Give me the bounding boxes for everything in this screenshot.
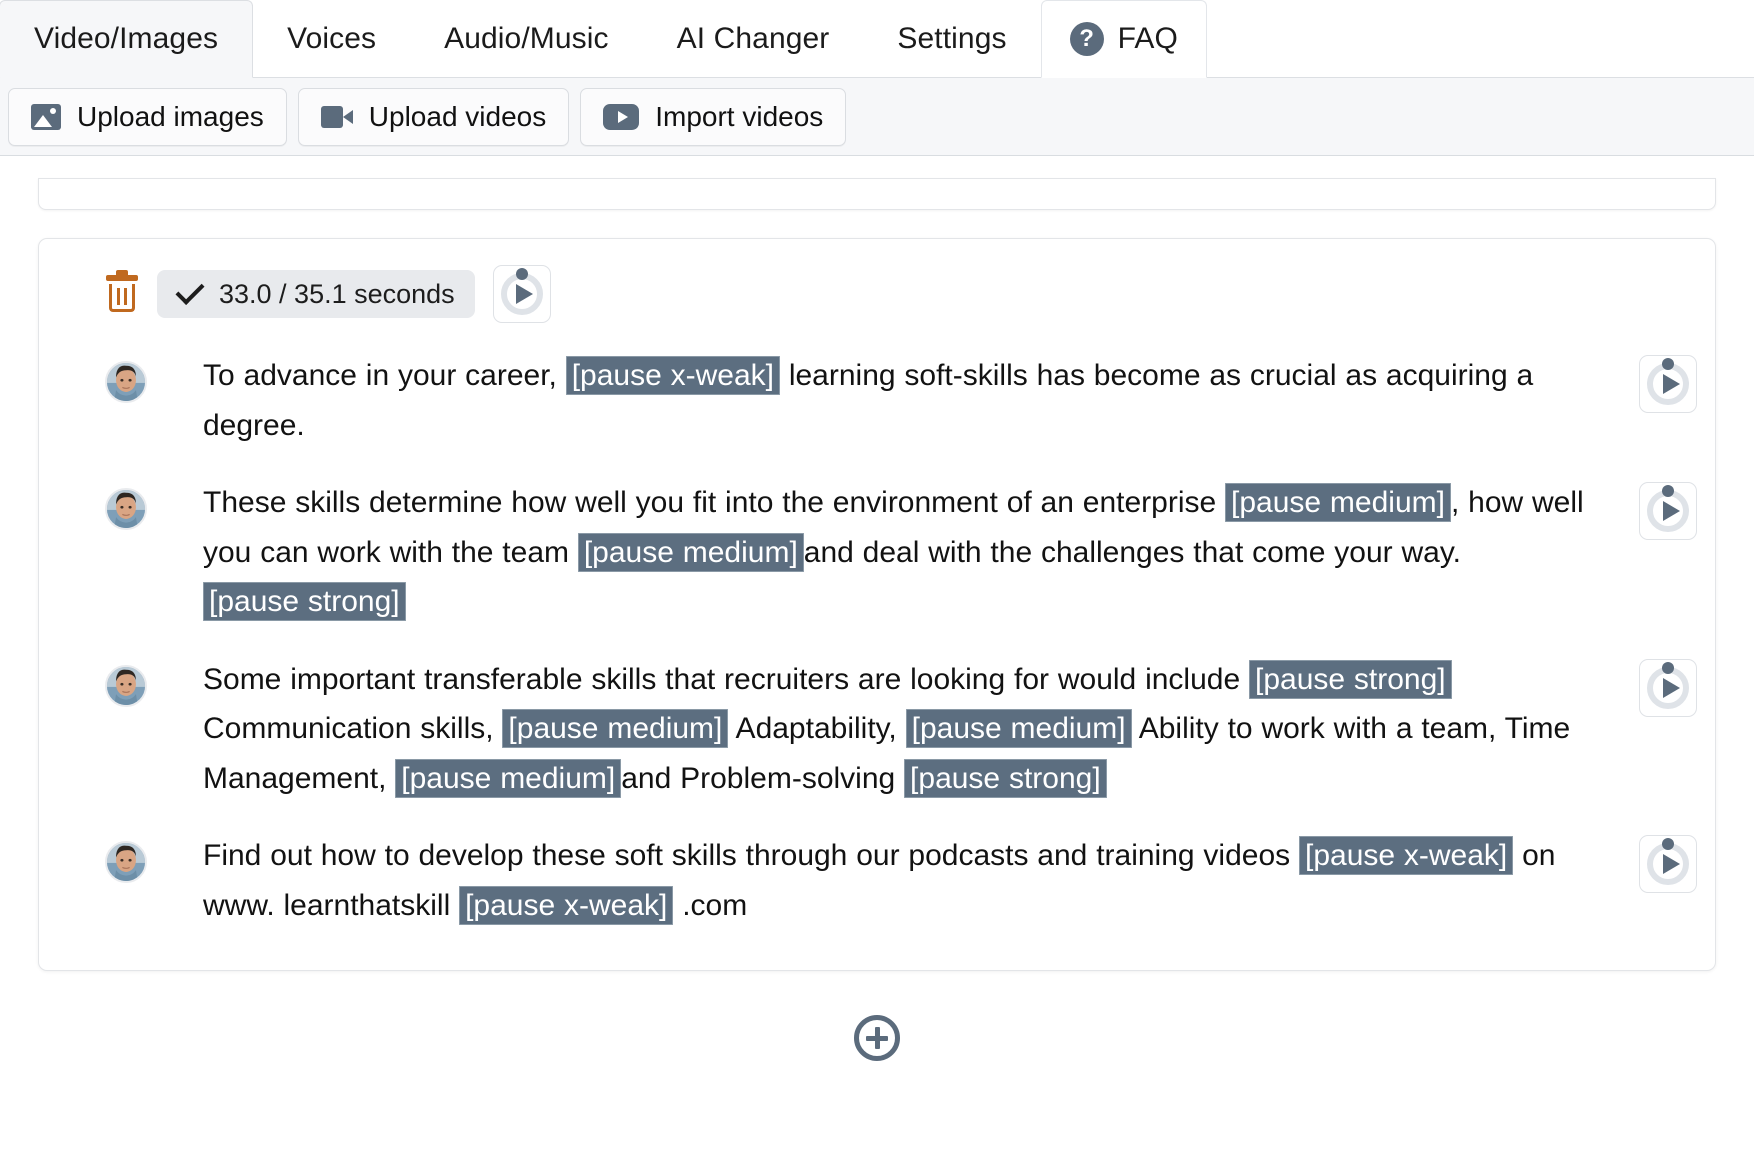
sentence-text[interactable]: Find out how to develop these soft skill… xyxy=(147,831,1639,930)
add-block-row xyxy=(38,971,1716,1061)
pause-tag[interactable]: [pause medium] xyxy=(502,709,729,748)
pause-tag[interactable]: [pause medium] xyxy=(905,709,1132,748)
pause-tag[interactable]: [pause medium] xyxy=(395,758,622,798)
sentence-row: To advance in your career, [pause x-weak… xyxy=(57,351,1697,450)
tab-audio-music[interactable]: Audio/Music xyxy=(410,0,643,78)
block-meta-row: 33.0 / 35.1 seconds xyxy=(57,265,1697,323)
sentence-list: To advance in your career, [pause x-weak… xyxy=(57,351,1697,930)
pause-tag[interactable]: [pause medium] xyxy=(1225,483,1451,522)
previous-block-card[interactable] xyxy=(38,178,1716,210)
check-icon xyxy=(175,276,205,305)
sentence-play-button[interactable] xyxy=(1639,355,1697,413)
import-videos-label: Import videos xyxy=(655,100,824,132)
sentence-text-fragment: These skills determine how well you fit … xyxy=(203,486,1226,519)
upload-videos-label: Upload videos xyxy=(368,100,547,132)
pause-tag[interactable]: [pause x-weak] xyxy=(565,356,780,395)
question-circle-icon: ? xyxy=(1069,22,1104,56)
trash-icon[interactable] xyxy=(105,270,139,313)
upload-images-button[interactable]: Upload images xyxy=(8,87,287,146)
block-play-button[interactable] xyxy=(492,265,551,323)
script-block-card: 33.0 / 35.1 seconds To advance in your c… xyxy=(38,238,1716,971)
image-icon xyxy=(31,103,61,130)
tab-settings[interactable]: Settings xyxy=(863,0,1040,78)
pause-tag[interactable]: [pause x-weak] xyxy=(1298,836,1514,875)
tab-label: FAQ xyxy=(1117,22,1178,55)
play-circle-icon xyxy=(1647,661,1689,709)
pause-tag[interactable]: [pause x-weak] xyxy=(459,885,674,925)
tab-label: AI Changer xyxy=(676,22,830,55)
play-circle-icon xyxy=(1647,838,1689,885)
duration-badge: 33.0 / 35.1 seconds xyxy=(157,270,475,318)
avatar xyxy=(105,488,147,530)
tab-label: Voices xyxy=(287,22,377,55)
upload-videos-button[interactable]: Upload videos xyxy=(297,87,570,146)
upload-images-label: Upload images xyxy=(77,100,264,132)
sentence-text-fragment: Some important transferable skills that … xyxy=(203,662,1249,696)
sentence-text-fragment: To advance in your career, xyxy=(203,359,566,392)
play-circle-icon xyxy=(1647,485,1689,532)
sentence-row: These skills determine how well you fit … xyxy=(57,478,1697,627)
sentence-text-fragment: and Problem-solving xyxy=(621,761,905,795)
tab-voices[interactable]: Voices xyxy=(253,0,410,78)
play-circle-icon xyxy=(500,268,543,315)
tab-faq[interactable]: ? FAQ xyxy=(1040,0,1207,78)
youtube-play-icon xyxy=(603,103,640,130)
sentence-text-fragment: .com xyxy=(673,888,748,922)
upload-toolbar: Upload images Upload videos Import video… xyxy=(0,78,1754,156)
tab-label: Video/Images xyxy=(34,22,219,55)
pause-tag[interactable]: [pause strong] xyxy=(203,582,406,621)
sentence-text[interactable]: These skills determine how well you fit … xyxy=(147,478,1639,627)
editor-stage: 33.0 / 35.1 seconds To advance in your c… xyxy=(0,178,1754,1061)
import-videos-button[interactable]: Import videos xyxy=(580,87,847,146)
video-camera-icon xyxy=(320,105,353,128)
play-circle-icon xyxy=(1647,358,1689,405)
sentence-text-fragment: and deal with the challenges that come y… xyxy=(803,535,1461,569)
tab-label: Audio/Music xyxy=(444,22,609,55)
tab-video-images[interactable]: Video/Images xyxy=(0,0,254,78)
sentence-row: Find out how to develop these soft skill… xyxy=(57,831,1697,930)
duration-label: 33.0 / 35.1 seconds xyxy=(219,278,455,309)
avatar xyxy=(105,664,147,707)
tab-ai-changer[interactable]: AI Changer xyxy=(643,0,864,78)
sentence-text[interactable]: Some important transferable skills that … xyxy=(147,655,1639,804)
plus-circle-icon[interactable] xyxy=(854,1015,900,1061)
pause-tag[interactable]: [pause strong] xyxy=(904,758,1107,798)
sentence-text[interactable]: To advance in your career, [pause x-weak… xyxy=(147,351,1639,450)
sentence-text-fragment: Find out how to develop these soft skill… xyxy=(203,839,1299,872)
sentence-text-fragment: Adaptability, xyxy=(728,712,906,745)
sentence-play-button[interactable] xyxy=(1639,835,1697,893)
avatar xyxy=(105,841,147,883)
pause-tag[interactable]: [pause medium] xyxy=(577,532,804,572)
sentence-text-fragment: Communication skills, xyxy=(203,712,503,745)
tab-bar: Video/Images Voices Audio/Music AI Chang… xyxy=(0,0,1754,78)
pause-tag[interactable]: [pause strong] xyxy=(1248,659,1452,699)
avatar xyxy=(105,361,147,403)
sentence-play-button[interactable] xyxy=(1639,482,1697,540)
sentence-play-button[interactable] xyxy=(1639,658,1697,717)
tab-label: Settings xyxy=(897,22,1007,55)
sentence-row: Some important transferable skills that … xyxy=(57,655,1697,804)
